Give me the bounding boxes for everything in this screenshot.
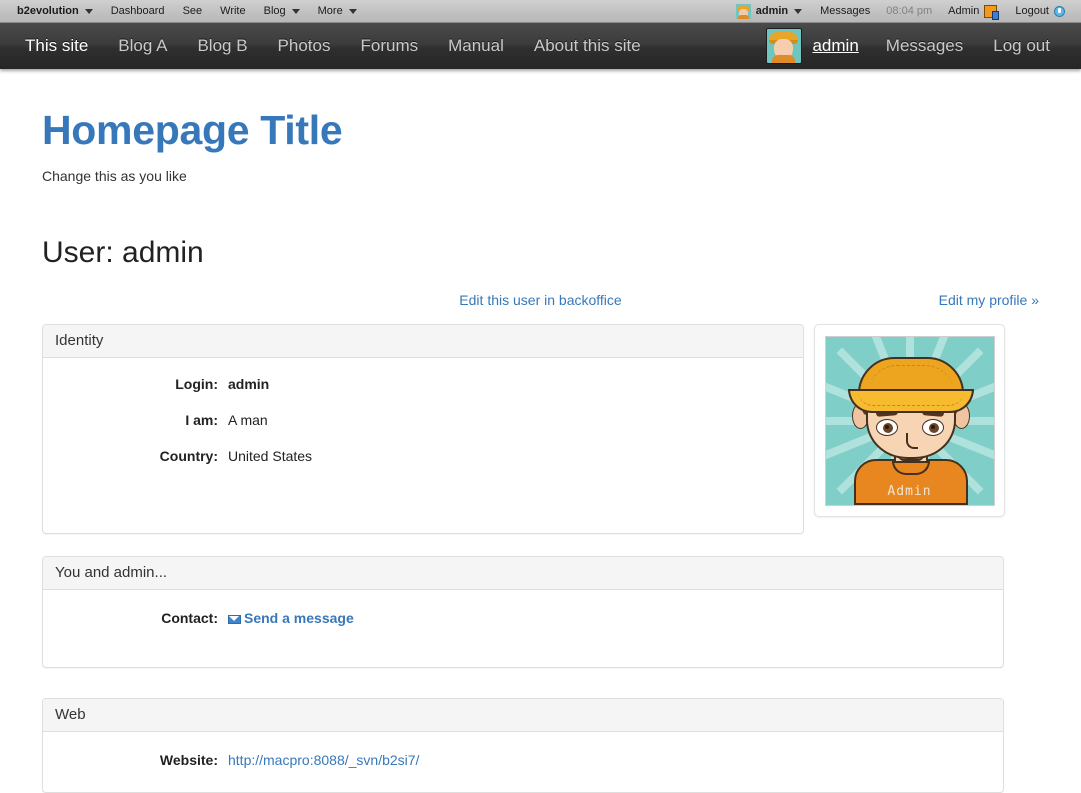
web-panel-body: Website: http://macpro:8088/_svn/b2si7/	[43, 732, 1003, 792]
nav-item-this-site[interactable]: This site	[10, 23, 103, 69]
evobar-see-label: See	[182, 5, 203, 17]
website-value: http://macpro:8088/_svn/b2si7/	[228, 752, 419, 768]
evobar-item-user[interactable]: admin	[727, 0, 811, 22]
web-panel-heading: Web	[43, 699, 1003, 733]
contact-panel: You and admin... Contact: Send a message	[42, 556, 1004, 669]
evobar-user-label: admin	[755, 5, 789, 17]
nav-item-user[interactable]: admin	[802, 36, 870, 56]
envelope-icon	[228, 615, 241, 625]
evobar-right-group: admin Messages 08:04 pm Admin Logout	[727, 0, 1081, 22]
login-label: Login:	[175, 376, 218, 393]
evobar-clock: 08:04 pm	[886, 5, 933, 17]
evobar-left-group: b2evolution Dashboard See Write Blog Mor…	[0, 0, 366, 22]
evobar-logout-label: Logout	[1015, 5, 1049, 17]
contact-label: Contact:	[161, 610, 218, 627]
nav-item-log-out[interactable]: Log out	[978, 23, 1065, 69]
nav-item-about-this-site[interactable]: About this site	[519, 23, 656, 69]
avatar-mouth	[897, 455, 924, 461]
page-content: Homepage Title Change this as you like U…	[0, 107, 1081, 793]
logout-icon	[1054, 5, 1065, 17]
chevron-down-icon	[291, 8, 300, 14]
send-message-link[interactable]: Send a message	[228, 610, 354, 626]
country-label: Country:	[159, 448, 218, 465]
login-value: admin	[228, 376, 270, 393]
edit-user-backoffice-link[interactable]: Edit this user in backoffice	[459, 292, 621, 308]
field-row-website: Website: http://macpro:8088/_svn/b2si7/	[43, 742, 1003, 778]
action-link-row: Edit this user in backoffice Edit my pro…	[42, 292, 1039, 316]
admin-window-icon	[984, 4, 1000, 20]
nav-right-group: admin Messages Log out	[766, 23, 1081, 69]
avatar-nose	[905, 432, 918, 449]
field-row-login: Login: admin	[43, 366, 803, 402]
site-tagline: Change this as you like	[42, 168, 187, 185]
site-title: Homepage Title	[42, 107, 343, 153]
evobar-more-label: More	[317, 5, 343, 17]
evobar-messages-label: Messages	[820, 5, 871, 17]
send-message-label: Send a message	[244, 610, 354, 627]
field-row-contact: Contact: Send a message	[43, 600, 1003, 636]
evobar-item-write[interactable]: Write	[211, 0, 254, 22]
avatar-panel: Admin	[814, 324, 1005, 518]
identity-panel-heading: Identity	[43, 325, 803, 359]
evobar-blog-label: Blog	[263, 5, 286, 17]
evobar-item-blog[interactable]: Blog	[255, 0, 309, 22]
avatar[interactable]: Admin	[824, 335, 995, 506]
evobar-item-see[interactable]: See	[174, 0, 212, 22]
main-navigation: This site Blog A Blog B Photos Forums Ma…	[0, 23, 1081, 69]
nav-item-messages[interactable]: Messages	[871, 23, 978, 69]
evobar-brand-label: b2evolution	[17, 5, 79, 17]
nav-user-avatar[interactable]	[766, 28, 803, 64]
identity-panel: Identity Login: admin I am: A man Countr…	[42, 324, 804, 535]
country-value: United States	[228, 448, 313, 465]
avatar-eye-right	[921, 418, 944, 436]
contact-value: Send a message	[228, 610, 354, 626]
evobar-item-messages[interactable]: Messages	[811, 0, 879, 22]
avatar-eye-left	[875, 418, 898, 436]
chevron-down-icon	[348, 8, 357, 14]
i-am-label: I am:	[185, 412, 218, 429]
web-panel: Web Website: http://macpro:8088/_svn/b2s…	[42, 698, 1004, 793]
user-avatar-icon	[735, 3, 751, 19]
avatar-collar	[891, 460, 930, 475]
website-label: Website:	[159, 752, 218, 769]
contact-panel-body: Contact: Send a message	[43, 590, 1003, 650]
evobar-admin-label: Admin	[948, 5, 980, 17]
evobar-item-b2evolution[interactable]: b2evolution	[8, 0, 102, 22]
evobar-dashboard-label: Dashboard	[110, 5, 165, 17]
nav-item-forums[interactable]: Forums	[345, 23, 433, 69]
avatar-cap-brim	[847, 388, 974, 413]
nav-item-blog-b[interactable]: Blog B	[182, 23, 262, 69]
page-title: User: admin	[42, 236, 204, 270]
contact-panel-heading: You and admin...	[43, 557, 1003, 591]
identity-panel-body: Login: admin I am: A man Country: United…	[43, 358, 803, 488]
i-am-value: A man	[228, 412, 268, 429]
avatar-name-label: Admin	[887, 483, 932, 499]
nav-item-blog-a[interactable]: Blog A	[103, 23, 182, 69]
evobar-write-label: Write	[220, 5, 246, 17]
chevron-down-icon	[84, 8, 93, 14]
nav-item-manual[interactable]: Manual	[433, 23, 519, 69]
identity-row: Identity Login: admin I am: A man Countr…	[42, 324, 1039, 535]
evobar-item-dashboard[interactable]: Dashboard	[102, 0, 174, 22]
field-row-country: Country: United States	[43, 438, 803, 474]
nav-item-photos[interactable]: Photos	[263, 23, 346, 69]
evobar: b2evolution Dashboard See Write Blog Mor…	[0, 0, 1081, 23]
edit-my-profile-link[interactable]: Edit my profile »	[939, 292, 1039, 308]
evobar-item-logout[interactable]: Logout	[1006, 0, 1074, 22]
evobar-item-more[interactable]: More	[309, 0, 366, 22]
evobar-item-admin[interactable]: Admin	[939, 0, 1006, 22]
nav-left-group: This site Blog A Blog B Photos Forums Ma…	[0, 23, 656, 69]
field-row-i-am: I am: A man	[43, 402, 803, 438]
website-link[interactable]: http://macpro:8088/_svn/b2si7/	[228, 752, 419, 768]
chevron-down-icon	[794, 8, 803, 14]
